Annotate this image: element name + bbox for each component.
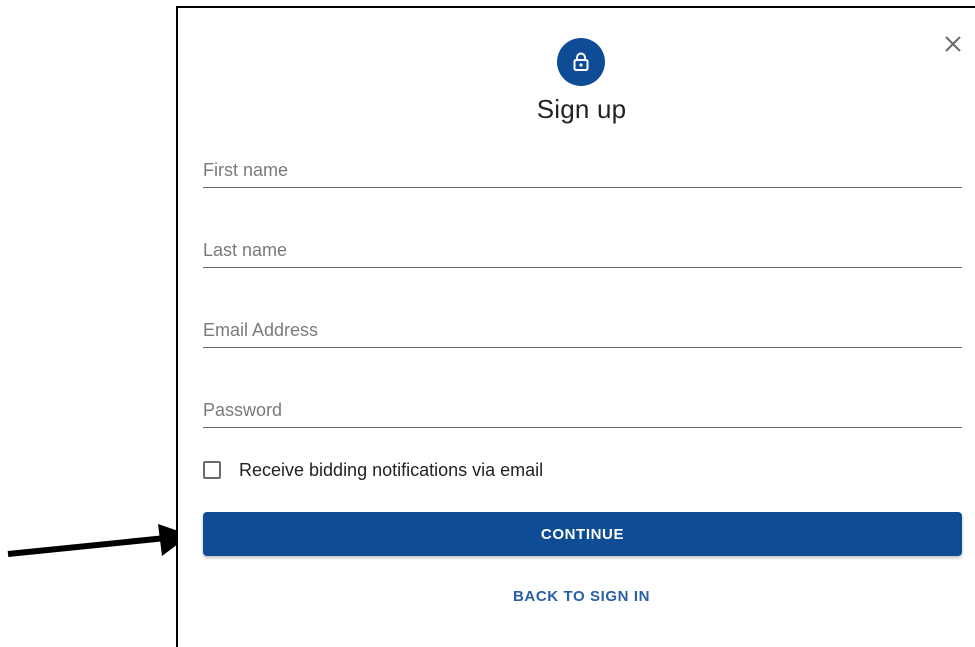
last-name-input[interactable] <box>203 240 962 261</box>
lock-icon <box>573 52 589 71</box>
signup-dialog: Sign up Receive bidding notifications vi… <box>176 6 975 647</box>
email-input[interactable] <box>203 320 962 341</box>
continue-button-label: CONTINUE <box>540 525 625 543</box>
password-field[interactable] <box>203 391 962 428</box>
notifications-checkbox-label: Receive bidding notifications via email <box>239 459 544 480</box>
screenshot-stage: Sign up Receive bidding notifications vi… <box>0 0 975 647</box>
continue-button[interactable]: CONTINUE <box>203 512 962 556</box>
back-to-sign-in-label: BACK TO SIGN IN <box>512 588 651 605</box>
arrow-right-icon <box>7 524 190 557</box>
first-name-field[interactable] <box>203 151 962 188</box>
close-icon <box>945 36 961 52</box>
back-to-sign-in-link[interactable]: BACK TO SIGN IN <box>178 588 975 605</box>
notifications-checkbox[interactable] <box>203 461 221 479</box>
first-name-input[interactable] <box>203 160 962 181</box>
notifications-checkbox-row[interactable]: Receive bidding notifications via email <box>203 458 543 482</box>
email-field[interactable] <box>203 311 962 348</box>
dialog-title: Sign up <box>536 94 627 124</box>
password-input[interactable] <box>203 400 962 421</box>
close-button[interactable] <box>941 32 965 56</box>
last-name-field[interactable] <box>203 231 962 268</box>
lock-avatar <box>557 38 605 86</box>
